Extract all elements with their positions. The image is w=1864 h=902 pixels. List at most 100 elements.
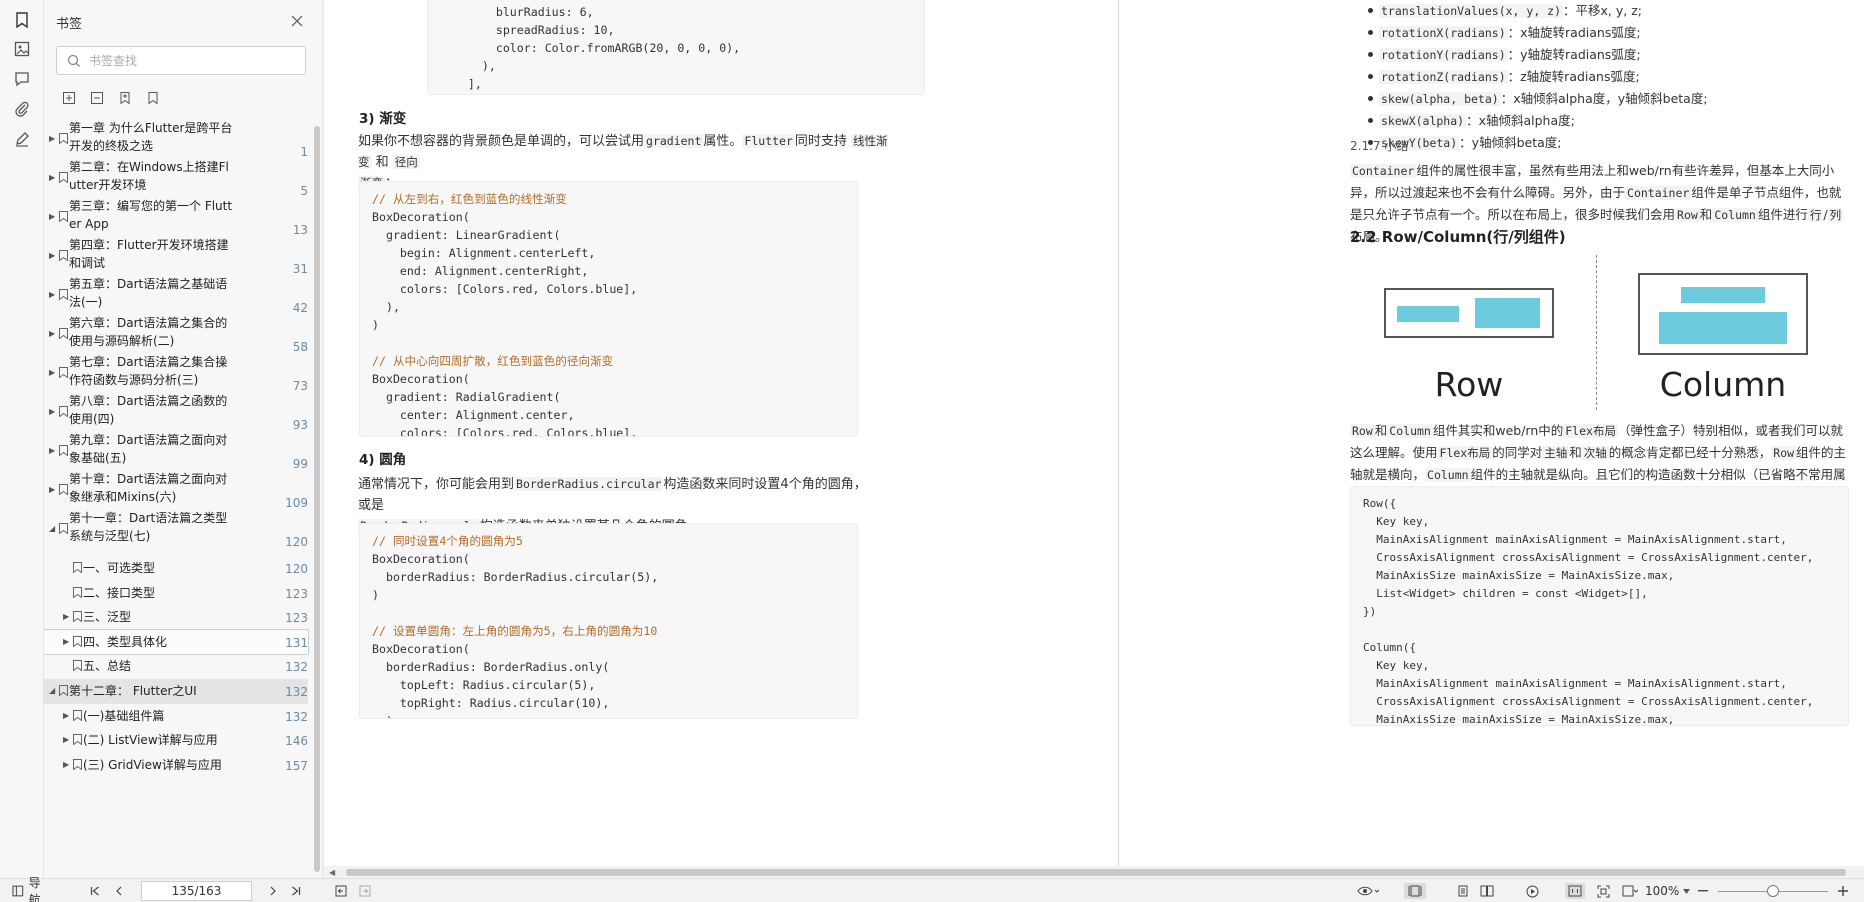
bookmark-panel: 书签 ▶ 第一章 为什么Flutter是跨平台开发的终极之选 1 ▶ 第二章：在Wind…	[44, 0, 323, 878]
figure-box	[1659, 312, 1787, 344]
collapsed-caret-icon[interactable]: ▶	[49, 290, 55, 299]
code-line: Row({	[1363, 497, 1397, 510]
thumbnail-icon[interactable]	[10, 37, 34, 61]
bookmark-label: 第一章 为什么Flutter是跨平台 开发的终极之选	[69, 121, 233, 153]
code-line: BoxDecoration(	[372, 210, 470, 224]
scroll-left-icon[interactable]: ◀	[329, 868, 335, 877]
search-input[interactable]	[89, 53, 289, 68]
collapsed-caret-icon[interactable]: ▶	[49, 251, 55, 260]
bookmark-page-number: 132	[285, 660, 308, 675]
page-number-input[interactable]: 135/163	[141, 881, 252, 901]
bookmark-item[interactable]: 二、接口类型 123	[44, 581, 308, 606]
comment-icon[interactable]	[10, 67, 34, 91]
code-line: // 从左到右，红色到蓝色的线性渐变	[372, 192, 567, 206]
bookmark-item[interactable]: ▶ (三) GridView详解与应用 157	[44, 753, 308, 778]
code-line: ),	[372, 714, 400, 718]
code-line: gradient: LinearGradient(	[372, 228, 561, 242]
eye-care-icon[interactable]	[1355, 883, 1381, 899]
bookmark-item[interactable]: 一、可选类型 120	[44, 556, 308, 581]
collapsed-caret-icon[interactable]: ▶	[49, 173, 55, 182]
bookmark-icon	[59, 406, 68, 417]
close-icon[interactable]	[290, 13, 306, 29]
code-line: blurRadius: 6,	[440, 5, 594, 19]
code-line: spreadRadius: 10,	[440, 23, 615, 37]
bookmark-label: 一、可选类型	[83, 561, 156, 575]
previous-page-icon[interactable]	[112, 883, 126, 899]
bookmark-page-number: 13	[292, 223, 308, 237]
horizontal-scroll-thumb[interactable]	[346, 869, 1846, 876]
last-page-icon[interactable]	[289, 883, 303, 899]
horizontal-scrollbar[interactable]: ◀	[324, 866, 1864, 878]
collapsed-caret-icon[interactable]: ▶	[49, 134, 55, 143]
forward-icon[interactable]	[358, 883, 372, 899]
bookmark-icon	[59, 289, 68, 300]
single-page-icon[interactable]	[1404, 883, 1426, 899]
collapsed-caret-icon[interactable]: ▶	[49, 212, 55, 221]
zoom-dropdown[interactable]: 100%	[1645, 883, 1695, 899]
code-line: BoxDecoration(	[372, 372, 470, 386]
bookmark-page-number: 31	[292, 262, 308, 276]
code-line: Key key,	[1363, 515, 1430, 528]
nav-toggle[interactable]: 导航	[12, 876, 52, 902]
delete-bookmark-icon[interactable]	[144, 89, 162, 107]
collapsed-caret-icon[interactable]: ▶	[63, 735, 69, 744]
fit-width-icon[interactable]	[1620, 883, 1640, 899]
bookmark-icon	[73, 734, 82, 746]
two-page-icon[interactable]	[1478, 883, 1496, 899]
bookmark-label: 第六章：Dart语法篇之集合的 使用与源码解析(二)	[69, 316, 228, 348]
bookmark-item[interactable]: 五、总结 132	[44, 654, 308, 679]
bookmark-page-number: 5	[300, 184, 308, 198]
first-page-icon[interactable]	[88, 883, 102, 899]
signature-icon[interactable]	[10, 127, 34, 151]
bookmark-icon[interactable]	[10, 8, 34, 32]
collapsed-caret-icon[interactable]: ▶	[63, 711, 69, 720]
collapsed-caret-icon[interactable]: ▶	[49, 329, 55, 338]
collapsed-caret-icon[interactable]: ▶	[63, 760, 69, 769]
zoom-out-icon[interactable]	[1697, 883, 1709, 899]
back-icon[interactable]	[334, 883, 348, 899]
collapsed-caret-icon[interactable]: ▶	[49, 407, 55, 416]
expanded-caret-icon[interactable]: ◢	[49, 524, 55, 533]
bookmark-item[interactable]: ◢ 第十二章： Flutter之UI 132	[44, 678, 308, 704]
section-heading: 2.2 Row/Column(行/列组件)	[1350, 228, 1566, 246]
bookmark-icon	[73, 635, 82, 647]
bookmark-icon	[73, 660, 82, 672]
add-bookmark-icon[interactable]	[116, 89, 134, 107]
bookmark-item[interactable]: ▶ (一)基础组件篇 132	[44, 704, 308, 729]
collapse-all-icon[interactable]	[88, 89, 106, 107]
code-line: color: Color.fromARGB(20, 0, 0, 0),	[440, 41, 741, 55]
document-view[interactable]: blurRadius: 6, spreadRadius: 10, color: …	[324, 0, 1864, 866]
bookmark-item[interactable]: ▶ 三、泛型 123	[44, 605, 308, 630]
code-block: // 从左到右，红色到蓝色的线性渐变 BoxDecoration( gradie…	[359, 181, 858, 437]
expanded-caret-icon[interactable]: ◢	[49, 686, 55, 695]
code-line: ),	[372, 300, 400, 314]
collapsed-caret-icon[interactable]: ▶	[49, 368, 55, 377]
bookmark-item[interactable]: ▶ 四、类型具体化 131	[44, 628, 309, 656]
zoom-slider-knob[interactable]	[1767, 885, 1779, 897]
code-line: // 同时设置4个角的圆角为5	[372, 534, 523, 548]
bookmark-scrollbar[interactable]	[314, 126, 320, 872]
code-line: borderRadius: BorderRadius.circular(5),	[372, 570, 659, 584]
bookmark-item[interactable]: ◢ 第十一章：Dart语法篇之类型 系统与泛型(七) 120	[44, 511, 308, 556]
collapsed-caret-icon[interactable]: ▶	[49, 446, 55, 455]
continuous-page-icon[interactable]	[1455, 883, 1471, 899]
collapsed-caret-icon[interactable]: ▶	[49, 485, 55, 494]
zoom-in-icon[interactable]	[1836, 883, 1850, 899]
code-line: topLeft: Radius.circular(5),	[372, 678, 596, 692]
collapsed-caret-icon[interactable]: ▶	[63, 612, 69, 621]
attachment-icon[interactable]	[10, 97, 34, 121]
play-icon[interactable]	[1524, 883, 1540, 899]
figure-divider	[1596, 255, 1597, 410]
fit-page-icon[interactable]	[1594, 883, 1612, 899]
bookmark-item[interactable]: ▶ (二) ListView详解与应用 146	[44, 728, 308, 753]
bookmark-label: 第十章：Dart语法篇之面向对 象继承和Mixins(六)	[69, 472, 228, 504]
collapsed-caret-icon[interactable]: ▶	[63, 637, 69, 646]
expand-all-icon[interactable]	[60, 89, 78, 107]
code-line: )	[372, 318, 379, 332]
actual-size-icon[interactable]	[1565, 883, 1585, 899]
navigation-panel-icon	[12, 885, 24, 897]
bookmark-page-number: 131	[285, 635, 308, 650]
bookmark-search[interactable]	[56, 46, 306, 75]
figure-box	[1681, 287, 1765, 303]
next-page-icon[interactable]	[266, 883, 280, 899]
